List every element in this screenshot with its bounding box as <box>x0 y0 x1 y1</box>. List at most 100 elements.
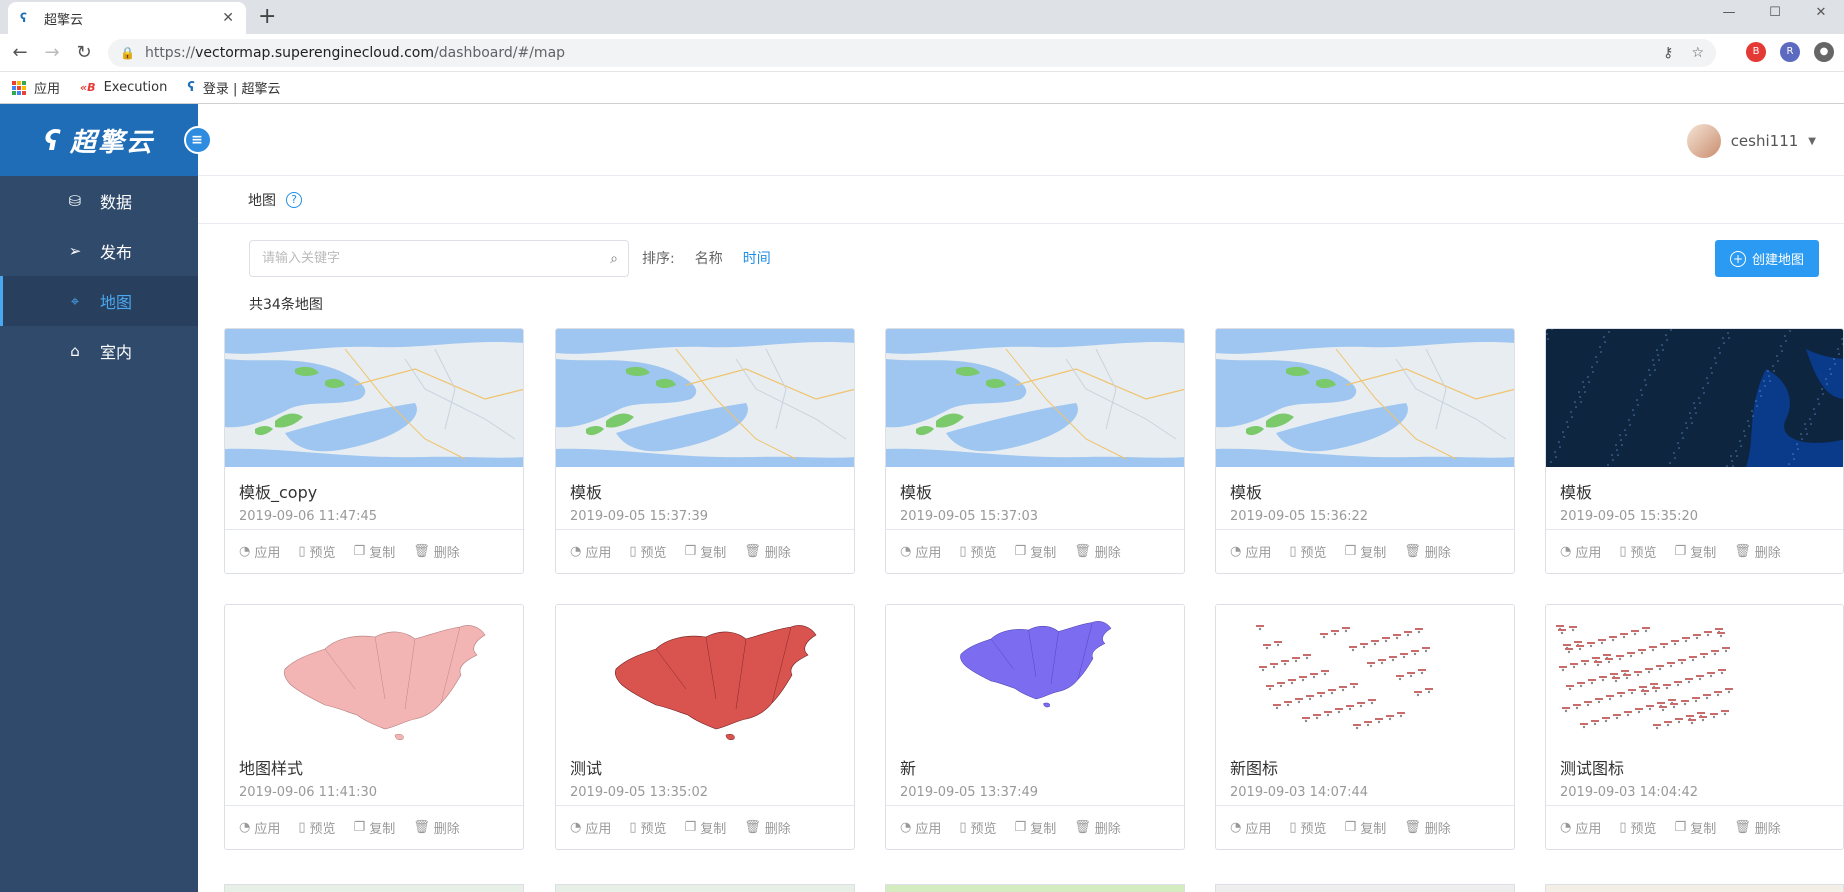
forward-icon[interactable]: → <box>40 41 64 65</box>
search-field[interactable]: ⌕ <box>249 240 629 277</box>
map-card[interactable]: 地图样式 2019-09-06 11:41:30 ◔ 应用 ▯ 预览 ❐ 复制 🗑 删除 <box>224 604 524 850</box>
sidebar-item-indoor[interactable]: ⌂ 室内 <box>0 326 198 376</box>
map-thumbnail[interactable] <box>886 329 1184 467</box>
map-card[interactable]: 模板_copy 2019-09-06 11:47:45 ◔ 应用 ▯ 预览 ❐ 复制 🗑 删除 <box>224 328 524 574</box>
delete-button[interactable]: 🗑 删除 <box>1734 818 1781 837</box>
apply-button[interactable]: ◔ 应用 <box>1560 542 1601 561</box>
map-card[interactable]: 新图标 2019-09-03 14:07:44 ◔ 应用 ▯ 预览 ❐ 复制 🗑 删除 <box>1215 604 1515 850</box>
copy-button[interactable]: ❐ 复制 <box>354 818 396 837</box>
copy-button[interactable]: ❐ 复制 <box>685 542 727 561</box>
app-logo[interactable]: ʕ 超擎云 ≡ <box>0 104 212 176</box>
map-thumbnail[interactable] <box>556 605 854 743</box>
delete-button[interactable]: 🗑 删除 <box>1074 818 1121 837</box>
map-thumbnail[interactable] <box>1216 329 1514 467</box>
map-card[interactable]: 新 2019-09-05 13:37:49 ◔ 应用 ▯ 预览 ❐ 复制 🗑 删除 <box>885 604 1185 850</box>
preview-button[interactable]: ▯ 预览 <box>959 542 996 561</box>
delete-button[interactable]: 🗑 删除 <box>1404 818 1451 837</box>
copy-button[interactable]: ❐ 复制 <box>354 542 396 561</box>
profile-icon[interactable]: ● <box>1814 42 1834 62</box>
sort-by-time[interactable]: 时间 <box>743 248 771 268</box>
map-card[interactable]: 模板 2019-09-05 15:36:22 ◔ 应用 ▯ 预览 ❐ 复制 🗑 删除 <box>1215 328 1515 574</box>
card-partial[interactable] <box>1545 884 1844 892</box>
preview-button[interactable]: ▯ 预览 <box>298 542 335 561</box>
apply-button[interactable]: ◔ 应用 <box>239 818 280 837</box>
sidebar-item-data[interactable]: ⛁ 数据 <box>0 176 198 226</box>
delete-icon: 🗑 <box>1734 820 1751 835</box>
new-tab-button[interactable]: + <box>258 4 276 30</box>
delete-button[interactable]: 🗑 删除 <box>1734 542 1781 561</box>
reload-icon[interactable]: ↻ <box>72 41 96 65</box>
close-window-icon[interactable]: ✕ <box>1798 0 1844 24</box>
extension-red-icon[interactable]: B <box>1746 42 1766 62</box>
map-thumbnail[interactable] <box>1216 605 1514 743</box>
preview-button[interactable]: ▯ 预览 <box>959 818 996 837</box>
delete-button[interactable]: 🗑 删除 <box>744 818 791 837</box>
sort-by-name[interactable]: 名称 <box>695 248 723 268</box>
help-icon[interactable]: ? <box>286 191 302 208</box>
copy-button[interactable]: ❐ 复制 <box>685 818 727 837</box>
delete-button[interactable]: 🗑 删除 <box>413 818 460 837</box>
preview-button[interactable]: ▯ 预览 <box>1619 542 1656 561</box>
delete-button[interactable]: 🗑 删除 <box>1074 542 1121 561</box>
minimize-icon[interactable]: — <box>1706 0 1752 24</box>
map-thumbnail[interactable] <box>886 605 1184 743</box>
close-tab-icon[interactable]: ✕ <box>222 10 234 26</box>
map-card-date: 2019-09-06 11:47:45 <box>239 509 378 524</box>
maximize-icon[interactable]: ☐ <box>1752 0 1798 24</box>
map-thumbnail[interactable] <box>1546 605 1843 743</box>
apply-button[interactable]: ◔ 应用 <box>570 542 611 561</box>
apply-button[interactable]: ◔ 应用 <box>239 542 280 561</box>
preview-button[interactable]: ▯ 预览 <box>629 818 666 837</box>
search-icon[interactable]: ⌕ <box>610 251 618 267</box>
copy-button[interactable]: ❐ 复制 <box>1015 542 1057 561</box>
preview-button[interactable]: ▯ 预览 <box>298 818 335 837</box>
bookmark-apps[interactable]: 应用 <box>12 78 60 97</box>
preview-button[interactable]: ▯ 预览 <box>1289 818 1326 837</box>
preview-button[interactable]: ▯ 预览 <box>629 542 666 561</box>
apply-button[interactable]: ◔ 应用 <box>1230 542 1271 561</box>
map-thumbnail[interactable] <box>556 329 854 467</box>
sidebar-item-map[interactable]: ⌖ 地图 <box>0 276 198 326</box>
back-icon[interactable]: ← <box>8 41 32 65</box>
copy-button[interactable]: ❐ 复制 <box>1675 818 1717 837</box>
card-partial[interactable] <box>224 884 524 892</box>
map-card[interactable]: 测试图标 2019-09-03 14:04:42 ◔ 应用 ▯ 预览 ❐ 复制 🗑 删除 <box>1545 604 1844 850</box>
delete-button[interactable]: 🗑 删除 <box>744 542 791 561</box>
key-icon[interactable]: ⚷ <box>1663 45 1673 61</box>
bookmark-login[interactable]: ʕ 登录 | 超擎云 <box>187 78 280 97</box>
delete-button[interactable]: 🗑 删除 <box>413 542 460 561</box>
url-field[interactable]: 🔒 https:// vectormap.superenginecloud.co… <box>108 39 1716 67</box>
map-card[interactable]: 模板 2019-09-05 15:37:39 ◔ 应用 ▯ 预览 ❐ 复制 🗑 删除 <box>555 328 855 574</box>
map-card[interactable]: 模板 2019-09-05 15:35:20 ◔ 应用 ▯ 预览 ❐ 复制 🗑 删除 <box>1545 328 1844 574</box>
copy-button[interactable]: ❐ 复制 <box>1015 818 1057 837</box>
user-menu[interactable]: ceshi111 ▼ <box>1686 124 1816 158</box>
create-map-button[interactable]: + 创建地图 <box>1715 240 1819 277</box>
bookmark-execution[interactable]: «B Execution <box>80 80 167 95</box>
map-card[interactable]: 模板 2019-09-05 15:37:03 ◔ 应用 ▯ 预览 ❐ 复制 🗑 删除 <box>885 328 1185 574</box>
apply-button[interactable]: ◔ 应用 <box>1560 818 1601 837</box>
apply-button[interactable]: ◔ 应用 <box>900 818 941 837</box>
preview-button[interactable]: ▯ 预览 <box>1289 542 1326 561</box>
apply-button[interactable]: ◔ 应用 <box>900 542 941 561</box>
delete-button[interactable]: 🗑 删除 <box>1404 542 1451 561</box>
sidebar-item-publish[interactable]: ➢ 发布 <box>0 226 198 276</box>
copy-button[interactable]: ❐ 复制 <box>1345 542 1387 561</box>
extension-blue-icon[interactable]: R <box>1780 42 1800 62</box>
apply-button[interactable]: ◔ 应用 <box>570 818 611 837</box>
card-partial[interactable] <box>555 884 855 892</box>
card-partial[interactable] <box>1215 884 1515 892</box>
preview-button[interactable]: ▯ 预览 <box>1619 818 1656 837</box>
search-input[interactable] <box>260 250 611 267</box>
map-thumbnail[interactable] <box>1546 329 1843 467</box>
map-thumbnail[interactable] <box>225 329 523 467</box>
bookmark-star-icon[interactable]: ☆ <box>1691 45 1704 61</box>
card-partial[interactable] <box>885 884 1185 892</box>
address-bar-row: ← → ↻ 🔒 https:// vectormap.superenginecl… <box>0 34 1844 72</box>
copy-button[interactable]: ❐ 复制 <box>1675 542 1717 561</box>
map-card[interactable]: 测试 2019-09-05 13:35:02 ◔ 应用 ▯ 预览 ❐ 复制 🗑 删除 <box>555 604 855 850</box>
apply-button[interactable]: ◔ 应用 <box>1230 818 1271 837</box>
browser-tab[interactable]: ʕ 超擎云 ✕ <box>8 2 246 34</box>
map-thumbnail[interactable] <box>225 605 523 743</box>
sidebar-item-label: 地图 <box>100 293 133 312</box>
copy-button[interactable]: ❐ 复制 <box>1345 818 1387 837</box>
